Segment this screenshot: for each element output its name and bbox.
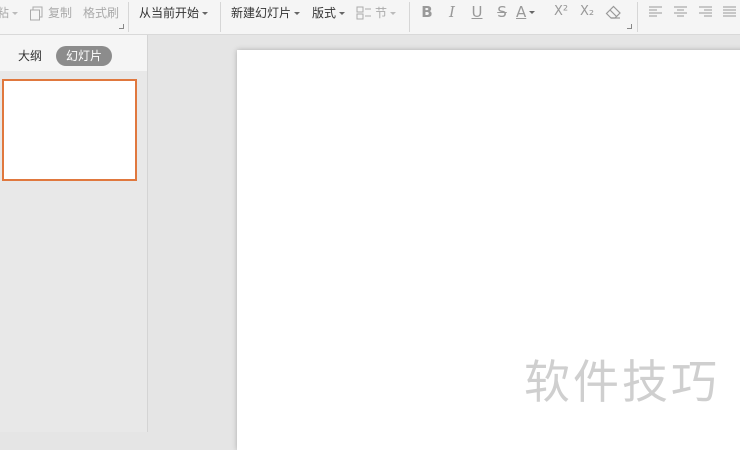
subscript-icon: X₂	[579, 4, 595, 19]
new-slide-dropdown-icon	[294, 11, 301, 15]
section-label: 节	[375, 6, 388, 20]
underline-icon: U	[471, 3, 483, 21]
new-slide-label: 新建幻灯片	[231, 6, 292, 20]
slide-panel: 大纲 幻灯片	[0, 35, 148, 432]
toolbar-separator	[637, 2, 638, 32]
subscript-button[interactable]: X₂	[576, 3, 598, 21]
new-slide-button[interactable]: 新建幻灯片	[231, 0, 301, 26]
paste-label: 粘	[0, 6, 10, 20]
font-color-button[interactable]: A	[516, 3, 544, 21]
ribbon-toolbar: 粘 复制 格式刷 从当前开始 新建幻灯片 版式 节 B I U S A X² X…	[0, 0, 740, 35]
justify-button[interactable]	[719, 3, 739, 21]
clipboard-group-launcher-icon[interactable]	[119, 24, 124, 29]
paste-dropdown-icon	[12, 11, 19, 15]
font-color-icon: A	[516, 3, 527, 21]
copy-button[interactable]: 复制	[29, 0, 72, 26]
layout-dropdown-icon	[339, 11, 346, 15]
superscript-icon: X²	[553, 4, 569, 19]
align-left-icon	[648, 6, 662, 17]
superscript-button[interactable]: X²	[550, 3, 572, 21]
tab-slides[interactable]: 幻灯片	[56, 46, 112, 66]
align-right-icon	[698, 6, 712, 17]
font-color-dropdown-icon	[529, 11, 536, 14]
tab-outline[interactable]: 大纲	[18, 46, 42, 66]
play-from-current-label: 从当前开始	[139, 6, 200, 20]
strikethrough-button[interactable]: S	[492, 3, 512, 21]
align-right-button[interactable]	[695, 3, 715, 21]
justify-icon	[722, 6, 736, 17]
toolbar-separator	[128, 2, 129, 32]
align-left-button[interactable]	[645, 3, 665, 21]
italic-button[interactable]: I	[442, 3, 462, 21]
toolbar-separator	[220, 2, 221, 32]
toolbar-separator	[409, 2, 410, 32]
underline-button[interactable]: U	[467, 3, 487, 21]
paste-button[interactable]: 粘	[0, 0, 19, 26]
slide-thumbnail[interactable]	[2, 79, 137, 181]
layout-label: 版式	[312, 6, 337, 20]
section-dropdown-icon	[390, 11, 397, 15]
font-group-launcher-icon[interactable]	[627, 24, 632, 29]
format-painter-label: 格式刷	[83, 6, 120, 20]
bold-icon: B	[421, 3, 433, 21]
layout-button[interactable]: 版式	[312, 0, 346, 26]
clear-format-button[interactable]	[603, 3, 623, 21]
eraser-icon	[605, 5, 621, 19]
align-center-button[interactable]	[670, 3, 690, 21]
copy-icon	[30, 6, 43, 20]
italic-icon: I	[449, 3, 455, 21]
format-painter-button[interactable]: 格式刷	[83, 0, 119, 26]
section-icon	[356, 6, 371, 20]
play-from-current-dropdown-icon	[202, 11, 209, 15]
bold-button[interactable]: B	[417, 3, 437, 21]
watermark: 软件技巧	[524, 355, 720, 409]
section-button[interactable]: 节	[356, 0, 397, 26]
strikethrough-icon: S	[497, 3, 507, 21]
play-from-current-button[interactable]: 从当前开始	[139, 0, 209, 26]
align-center-icon	[673, 6, 687, 17]
panel-tabs: 大纲 幻灯片	[0, 35, 147, 71]
copy-label: 复制	[48, 6, 73, 20]
